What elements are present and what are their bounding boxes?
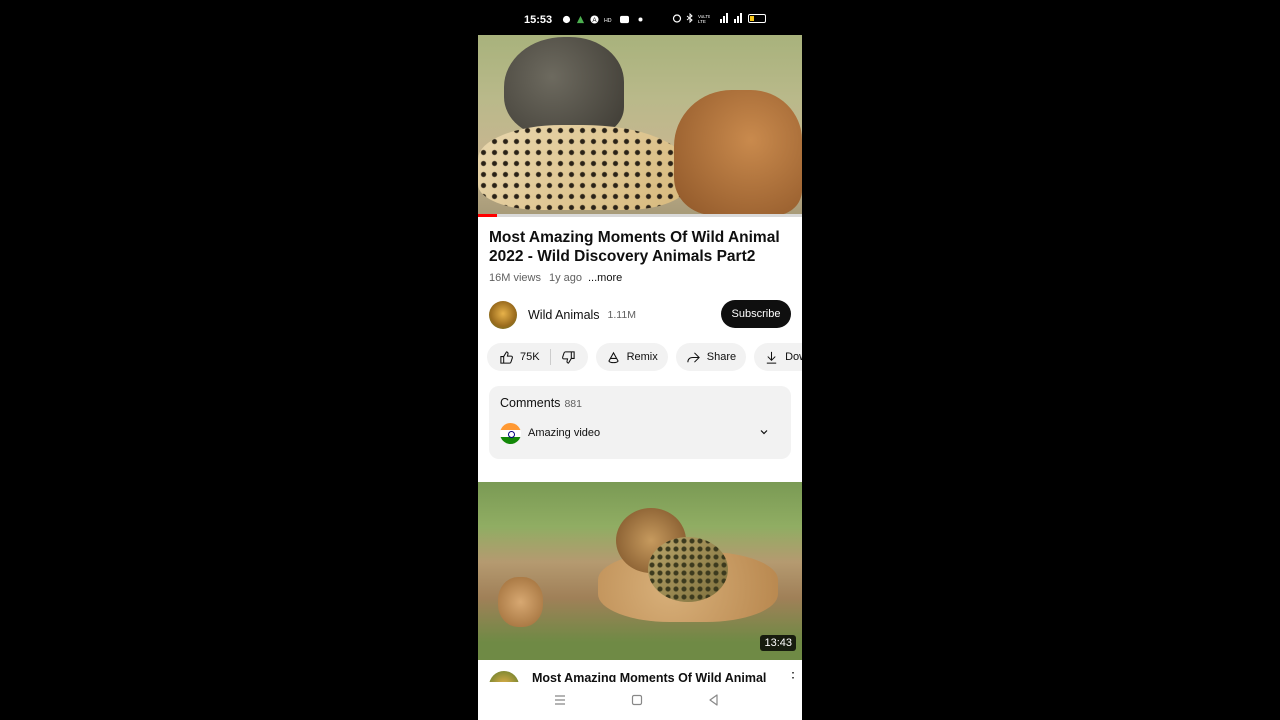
system-navigation-bar bbox=[478, 682, 802, 720]
like-count[interactable]: 75K bbox=[520, 351, 540, 363]
remix-icon bbox=[607, 351, 619, 363]
next-video-info-row[interactable]: Most Amazing Moments Of Wild Animal ⋮ bbox=[478, 660, 802, 682]
next-video-channel-avatar[interactable] bbox=[489, 671, 519, 682]
drive-notification-icon bbox=[576, 15, 585, 24]
share-icon bbox=[687, 351, 700, 363]
next-video-thumbnail[interactable]: 13:43 bbox=[478, 482, 802, 660]
like-dislike-pill: 75K bbox=[487, 343, 588, 371]
comments-header: Comments 881 bbox=[500, 396, 582, 410]
like-divider bbox=[549, 349, 551, 365]
channel-row[interactable]: Wild Animals 1.11M Subscribe bbox=[489, 300, 791, 330]
home-icon[interactable] bbox=[629, 692, 645, 708]
commenter-avatar bbox=[500, 422, 521, 444]
video-progress-bar[interactable] bbox=[478, 214, 802, 217]
share-button[interactable]: Share bbox=[675, 343, 747, 371]
volte-icon: VoLTELTE bbox=[698, 14, 710, 23]
back-icon[interactable] bbox=[706, 692, 722, 708]
video-meta: 16M views 1y ago ...more bbox=[489, 272, 622, 284]
like-icon[interactable] bbox=[499, 350, 514, 365]
upload-age: 1y ago bbox=[548, 272, 582, 284]
share-label: Share bbox=[706, 351, 737, 363]
chat-notification-icon bbox=[562, 15, 571, 24]
recent-apps-icon[interactable] bbox=[552, 692, 568, 708]
subscriber-count: 1.11M bbox=[607, 309, 636, 321]
signal-strength-1-icon bbox=[720, 13, 728, 23]
download-icon bbox=[766, 351, 777, 364]
action-bar: 75K Remix Share Down bbox=[487, 343, 802, 371]
status-right-icons: VoLTE LTE bbox=[672, 13, 766, 23]
channel-avatar[interactable] bbox=[489, 301, 517, 329]
top-comment-text: Amazing video bbox=[528, 427, 601, 439]
comments-panel[interactable]: Comments 881 Amazing video bbox=[489, 386, 791, 459]
status-time: 15:53 bbox=[524, 14, 553, 26]
chevron-down-icon[interactable] bbox=[758, 426, 770, 438]
video-duration-badge: 13:43 bbox=[760, 635, 796, 651]
svg-text:LTE: LTE bbox=[698, 19, 706, 23]
subscribe-button[interactable]: Subscribe bbox=[721, 300, 791, 328]
view-count: 16M views bbox=[489, 272, 541, 284]
more-description-link[interactable]: ...more bbox=[588, 272, 622, 284]
hd-notification-icon: HD bbox=[604, 18, 612, 24]
channel-name[interactable]: Wild Animals bbox=[528, 308, 600, 322]
download-button[interactable]: Down bbox=[754, 343, 802, 371]
app-notification-icon: A bbox=[590, 15, 599, 24]
next-video-title[interactable]: Most Amazing Moments Of Wild Animal bbox=[532, 671, 766, 682]
comments-count: 881 bbox=[564, 398, 582, 410]
signal-strength-2-icon bbox=[734, 13, 742, 23]
thumbnail-lion-cub bbox=[498, 577, 543, 627]
top-comment-row[interactable]: Amazing video bbox=[500, 422, 782, 444]
dislike-icon[interactable] bbox=[561, 350, 576, 365]
video-title: Most Amazing Moments Of Wild Animal 2022… bbox=[489, 229, 780, 265]
thumbnail-boar bbox=[504, 37, 624, 137]
video-progress-fill bbox=[478, 214, 498, 217]
more-notifications-dot-icon bbox=[638, 17, 643, 22]
svg-text:HD: HD bbox=[604, 18, 612, 24]
battery-icon bbox=[748, 13, 766, 23]
thumbnail-leopard bbox=[478, 125, 688, 210]
video-player-thumbnail[interactable] bbox=[478, 35, 802, 216]
remix-label: Remix bbox=[626, 351, 658, 363]
thumbnail-hyena bbox=[674, 90, 802, 215]
bluetooth-icon bbox=[686, 13, 693, 23]
youtube-notification-icon bbox=[620, 15, 629, 24]
status-bar: 15:53 A HD VoLTE LTE bbox=[478, 0, 802, 35]
comments-title: Comments bbox=[500, 396, 561, 410]
download-label: Down bbox=[785, 351, 802, 363]
alarm-icon bbox=[672, 14, 682, 23]
thumbnail-python bbox=[648, 537, 728, 602]
more-options-icon[interactable]: ⋮ bbox=[786, 670, 800, 682]
phone-screen: 15:53 A HD VoLTE LTE Most Amazing Moments… bbox=[478, 0, 802, 720]
remix-button[interactable]: Remix bbox=[595, 343, 668, 371]
